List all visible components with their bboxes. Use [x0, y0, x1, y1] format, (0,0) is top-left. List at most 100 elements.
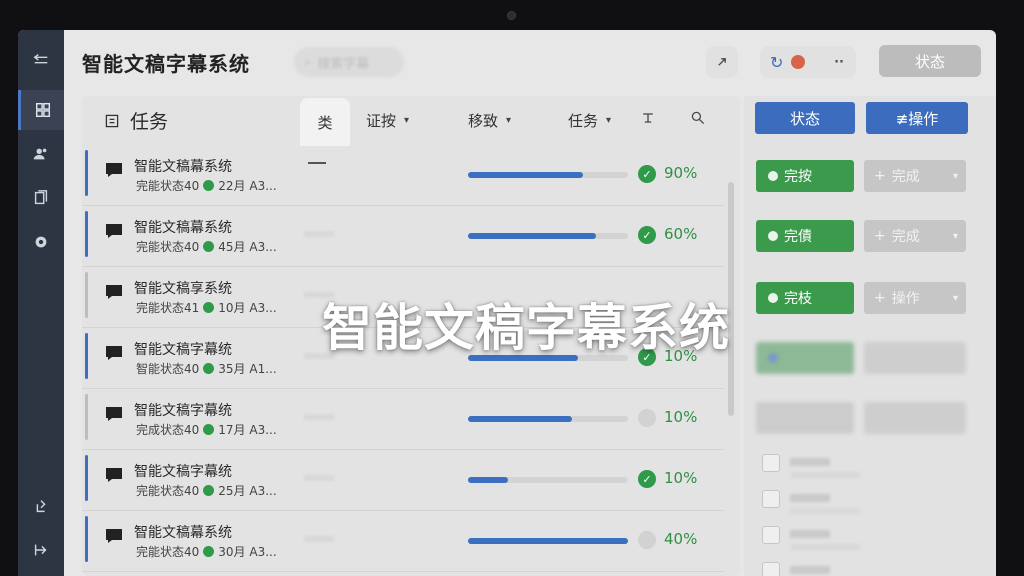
task-subline: 完能状态40 22月 A3...	[136, 177, 277, 194]
more-icon[interactable]: ··	[834, 55, 844, 70]
task-subline: 完能状态40 45月 A3...	[136, 238, 277, 255]
progress-percent: 90%	[664, 164, 698, 182]
tab-filter-3[interactable]: 任务 ▾	[568, 110, 611, 131]
task-row[interactable]: 智能文稿幕系统 完能状态40 30月 A3... 40%	[82, 512, 724, 572]
blurred-cell	[304, 414, 334, 420]
more-action-dropdown[interactable]	[864, 342, 966, 374]
app-title: 智能文稿字幕系统	[82, 52, 250, 76]
task-meta: 30月 A3...	[218, 545, 277, 559]
sidebar-rail	[18, 30, 64, 576]
complete-button[interactable]	[756, 402, 854, 434]
bulk-action-button[interactable]: ≢操作	[866, 102, 968, 134]
progress-track	[468, 538, 628, 544]
row-accent	[85, 516, 88, 562]
action-row: 完債 + 完成 ▾	[754, 220, 976, 254]
refresh-icon[interactable]: ↻	[770, 53, 783, 72]
task-status: 完能状态40	[136, 545, 200, 559]
task-subline: 完能状态40 25月 A3...	[136, 482, 277, 499]
progress-track	[468, 477, 628, 483]
comment-icon	[106, 407, 122, 421]
notification-group[interactable]: ↻ ··	[760, 46, 856, 78]
check-icon	[203, 180, 215, 191]
task-meta: 17月 A3...	[218, 423, 277, 437]
search-input[interactable]: ⌕ 搜索字幕	[294, 47, 404, 77]
dropdown-label: 完成	[891, 229, 920, 245]
more-action-dropdown[interactable]: + 完成 ▾	[864, 220, 966, 252]
more-action-dropdown[interactable]: + 完成 ▾	[864, 160, 966, 192]
checkbox-label	[790, 530, 830, 538]
chevron-down-icon: ▾	[952, 170, 958, 182]
dot-icon	[768, 353, 778, 363]
row-accent	[85, 150, 88, 196]
action-row-blurred	[754, 342, 976, 376]
status-button[interactable]: 状态	[879, 45, 981, 77]
complete-button[interactable]	[756, 342, 854, 374]
checkbox[interactable]	[762, 562, 780, 576]
check-icon	[203, 241, 215, 252]
blurred-cell	[304, 231, 334, 237]
task-title: 智能文稿幕系统	[134, 159, 232, 175]
blurred-cell	[304, 475, 334, 481]
blurred-cell	[304, 536, 334, 542]
logout-icon[interactable]	[18, 530, 64, 570]
tree-icon[interactable]	[640, 110, 656, 126]
more-action-dropdown[interactable]: + 操作 ▾	[864, 282, 966, 314]
pin-icon[interactable]	[706, 46, 738, 78]
dashboard-icon[interactable]	[18, 90, 64, 130]
complete-button[interactable]: 完債	[756, 220, 854, 252]
complete-button[interactable]: 完按	[756, 160, 854, 192]
action-row-blurred	[754, 402, 976, 436]
share-icon[interactable]	[18, 486, 64, 526]
task-title: 智能文稿字幕统	[134, 403, 232, 419]
users-icon[interactable]	[18, 134, 64, 174]
task-meta: 10月 A3...	[218, 301, 277, 315]
task-row[interactable]: 智能文稿字幕统 完成状态40 17月 A3... 10%	[82, 390, 724, 450]
task-title: 智能文稿字幕统	[134, 464, 232, 480]
tab-filter-2[interactable]: 移致 ▾	[468, 110, 511, 131]
tab-category[interactable]: 类	[300, 98, 350, 146]
complete-button-label: 完債	[784, 229, 812, 245]
task-title: 智能文稿幕系统	[134, 525, 232, 541]
status-check-icon	[638, 409, 656, 427]
comment-icon	[106, 468, 122, 482]
panel-title-label: 任务	[130, 111, 169, 133]
collapse-icon[interactable]	[18, 40, 64, 80]
camera-dot	[507, 11, 516, 20]
check-icon	[203, 302, 215, 313]
checkbox[interactable]	[762, 454, 780, 472]
progress-percent: 40%	[664, 530, 698, 548]
checkbox-label	[790, 458, 830, 466]
task-meta: 25月 A3...	[218, 484, 277, 498]
more-action-dropdown[interactable]	[864, 402, 966, 434]
checkbox[interactable]	[762, 526, 780, 544]
status-filter-button[interactable]: 状态	[755, 102, 855, 134]
dot-icon	[768, 231, 778, 241]
documents-icon[interactable]	[18, 178, 64, 218]
dropdown-label: 完成	[891, 169, 920, 185]
comment-icon	[106, 224, 122, 238]
search-icon[interactable]	[690, 110, 706, 126]
overlay-title: 智能文稿字幕系统	[322, 299, 730, 357]
action-row: 完枝 + 操作 ▾	[754, 282, 976, 316]
chevron-down-icon: ▾	[606, 115, 612, 126]
complete-button[interactable]: 完枝	[756, 282, 854, 314]
checkbox-label	[790, 494, 830, 502]
check-icon	[203, 546, 215, 557]
task-status: 完能状态40	[136, 240, 200, 254]
progress-track	[468, 416, 628, 422]
task-meta: 35月 A1...	[218, 362, 277, 376]
settings-icon[interactable]	[18, 222, 64, 262]
row-accent	[85, 394, 88, 440]
task-status: 完能状态40	[136, 484, 200, 498]
plus-icon: +	[874, 290, 886, 306]
plus-icon: +	[874, 228, 886, 244]
progress-fill	[468, 233, 596, 239]
tab-filter-1[interactable]: 证按 ▾	[366, 110, 409, 131]
checkbox[interactable]	[762, 490, 780, 508]
complete-button-label: 完枝	[784, 291, 812, 307]
panel-title: 任务	[104, 107, 168, 134]
task-row[interactable]: 智能文稿幕系统 完能状态40 22月 A3... ✓ 90%	[82, 146, 724, 206]
task-row[interactable]: 智能文稿字幕统 完能状态40 25月 A3... ✓ 10%	[82, 451, 724, 511]
task-row[interactable]: 智能文稿幕系统 完能状态40 45月 A3... ✓ 60%	[82, 207, 724, 267]
tab-filter-3-label: 任务	[568, 112, 599, 130]
